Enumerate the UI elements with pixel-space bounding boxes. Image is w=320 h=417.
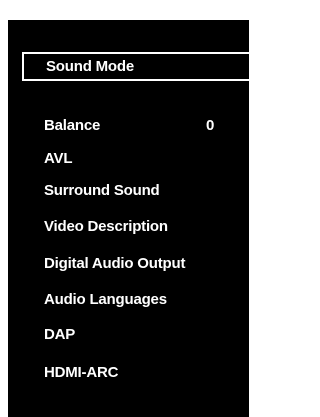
menu-item-label: Audio Languages: [44, 291, 167, 308]
menu-item-hdmi-arc[interactable]: HDMI-ARC: [8, 361, 249, 385]
menu-item-audio-languages[interactable]: Audio Languages: [8, 288, 249, 312]
menu-item-sound-mode[interactable]: Sound Mode: [22, 52, 249, 81]
menu-item-label: Video Description: [44, 218, 168, 235]
menu-item-surround-sound[interactable]: Surround Sound: [8, 179, 249, 203]
menu-item-label: DAP: [44, 326, 76, 343]
menu-item-label: Digital Audio Output: [44, 255, 186, 272]
menu-item-dap[interactable]: DAP: [8, 323, 249, 347]
sound-settings-menu: Sound Mode Balance 0 AVL Surround Sound …: [8, 20, 249, 417]
menu-item-label: Sound Mode: [46, 58, 134, 75]
menu-item-label: Balance: [44, 117, 101, 134]
menu-item-label: Surround Sound: [44, 182, 160, 199]
menu-item-digital-audio-output[interactable]: Digital Audio Output: [8, 252, 249, 276]
menu-item-avl[interactable]: AVL: [8, 147, 249, 171]
menu-item-balance[interactable]: Balance 0: [8, 114, 249, 138]
menu-item-label: HDMI-ARC: [44, 364, 119, 381]
menu-item-video-description[interactable]: Video Description: [8, 215, 249, 239]
menu-item-label: AVL: [44, 150, 73, 167]
balance-value: 0: [206, 117, 215, 134]
